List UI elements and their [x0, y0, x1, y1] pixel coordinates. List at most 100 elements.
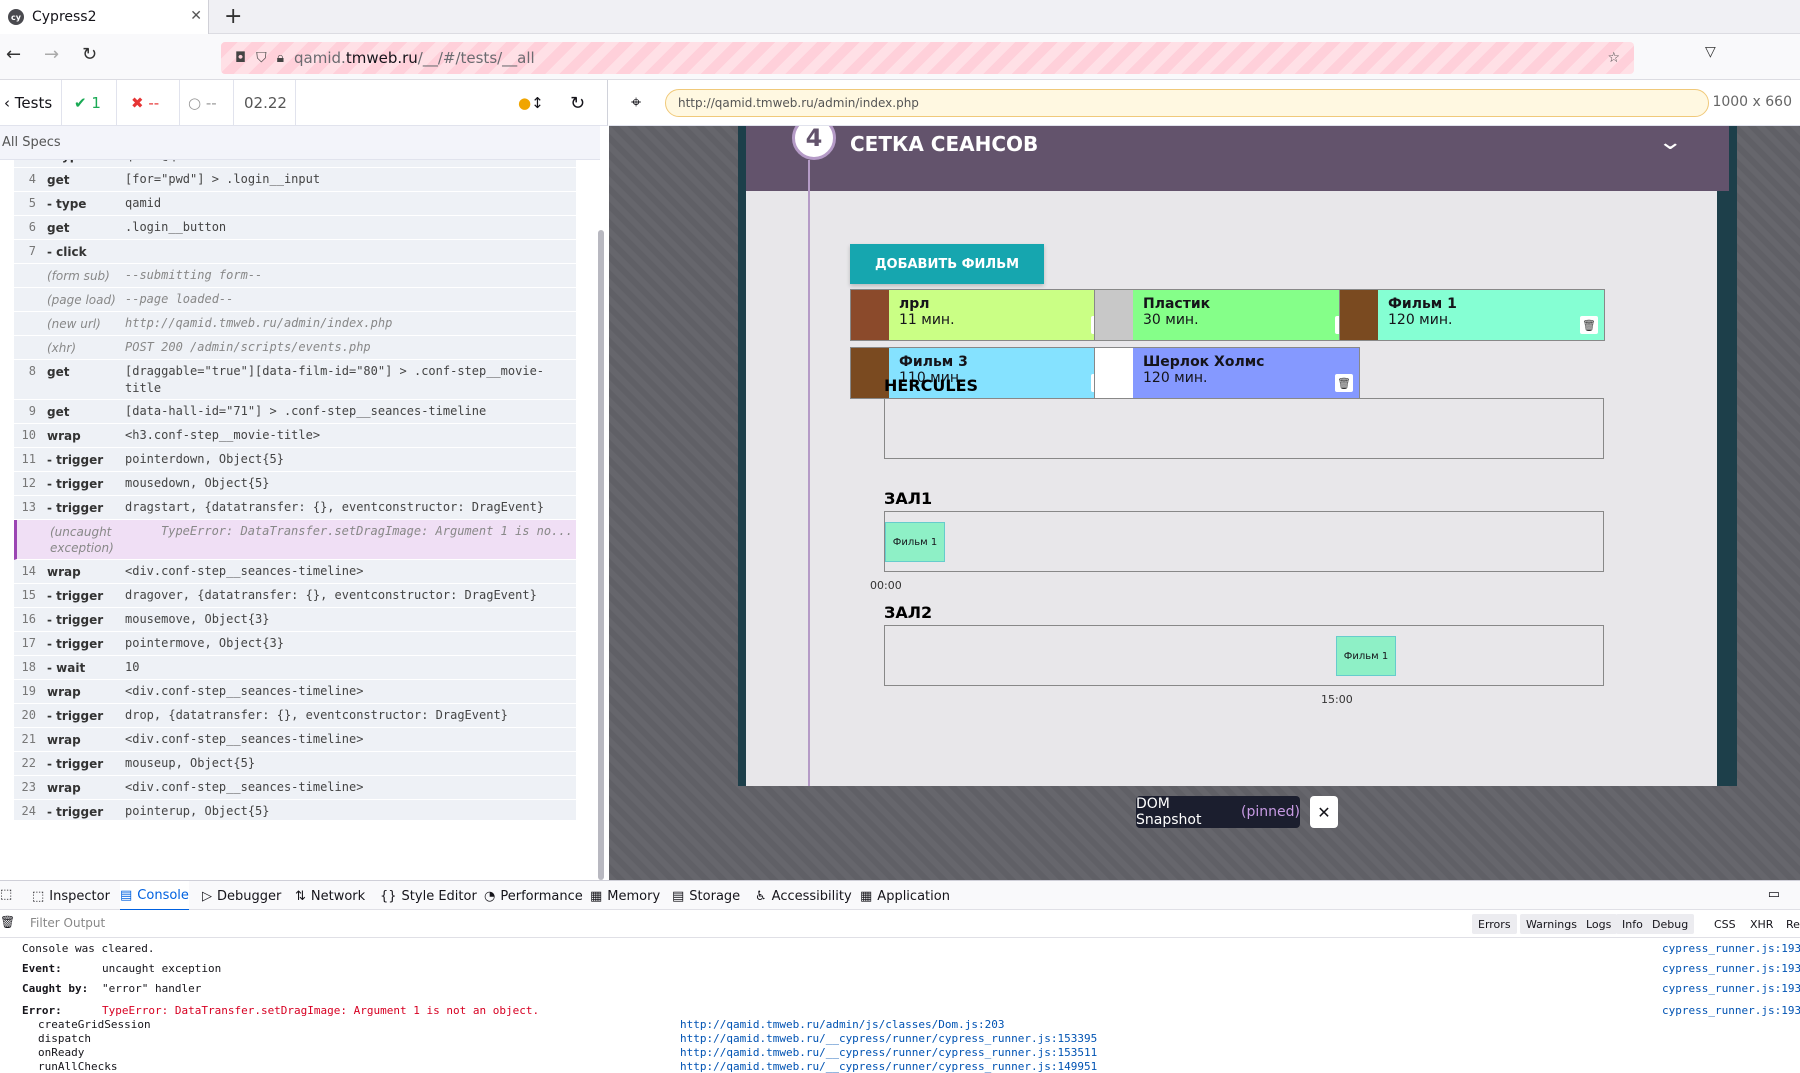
- trash-icon[interactable]: 🗑︎: [1580, 316, 1598, 334]
- responsive-icon[interactable]: ▭: [1768, 887, 1780, 902]
- command-row[interactable]: 8 get [draggable="true"][data-film-id="80"…: [14, 360, 576, 400]
- command-row[interactable]: 5 - type qamid: [14, 192, 576, 216]
- seance-block[interactable]: Фильм 1: [885, 522, 945, 562]
- command-row[interactable]: 11 - trigger pointerdown, Object{5}: [14, 448, 576, 472]
- lock-icon[interactable]: 🔒︎: [277, 50, 284, 66]
- command-row[interactable]: 15 - trigger dragover, {datatransfer: {}, …: [14, 584, 576, 608]
- selector-playground-icon[interactable]: ⌖: [631, 92, 641, 113]
- command-row[interactable]: 14 wrap <div.conf-step__seances-timeline>: [14, 560, 576, 584]
- auto-scroll-icon[interactable]: ● ↕: [518, 80, 558, 126]
- seances-timeline[interactable]: Фильм 1: [884, 511, 1604, 572]
- command-row[interactable]: 3 - typeqamid@qamid.ru: [14, 160, 576, 168]
- devtab-inspector[interactable]: ⬚ Inspector: [32, 881, 110, 911]
- command-row[interactable]: 9 get [data-hall-id="71"] > .conf-step__se…: [14, 400, 576, 424]
- devtab-application[interactable]: ▦ Application: [860, 881, 950, 911]
- pocket-icon[interactable]: ▽: [1705, 44, 1716, 60]
- movie-card[interactable]: Шерлок Холмс 120 мин. 🗑︎: [1094, 347, 1360, 399]
- seance-block[interactable]: Фильм 1: [1336, 636, 1396, 676]
- command-row[interactable]: (new url) http://qamid.tmweb.ru/admin/ind…: [14, 312, 576, 336]
- console-source-link[interactable]: cypress_runner.js:193: [1662, 942, 1800, 955]
- seances-timeline[interactable]: Фильм 1: [884, 625, 1604, 686]
- filter-css[interactable]: CSS: [1708, 914, 1742, 934]
- console-source-link[interactable]: cypress_runner.js:193: [1662, 982, 1800, 995]
- filter-req[interactable]: Req: [1780, 914, 1800, 934]
- add-movie-button[interactable]: ДОБАВИТЬ ФИЛЬМ: [850, 244, 1044, 284]
- stack-location[interactable]: http://qamid.tmweb.ru/__cypress/runner/c…: [680, 1060, 1097, 1073]
- console-source-link[interactable]: cypress_runner.js:193: [1662, 962, 1800, 975]
- stack-location[interactable]: http://qamid.tmweb.ru/admin/js/classes/D…: [680, 1018, 1005, 1031]
- filter-warnings[interactable]: Warnings: [1520, 914, 1583, 934]
- filter-xhr[interactable]: XHR: [1744, 914, 1779, 934]
- filter-input[interactable]: Filter Output: [30, 916, 105, 930]
- trash-icon[interactable]: 🗑︎: [0, 915, 15, 929]
- command-row[interactable]: (uncaught exception) TypeError: DataTrans…: [14, 520, 576, 560]
- aut-url: http://qamid.tmweb.ru/admin/index.php: [665, 89, 1709, 117]
- command-row[interactable]: 23 wrap <div.conf-step__seances-timeline>: [14, 776, 576, 800]
- devtab-label: Storage: [689, 888, 741, 904]
- console-source-link[interactable]: cypress_runner.js:193: [1662, 1004, 1800, 1017]
- stack-location[interactable]: http://qamid.tmweb.ru/__cypress/runner/c…: [680, 1032, 1097, 1045]
- seances-timeline[interactable]: [884, 398, 1604, 459]
- command-row[interactable]: (page load) --page loaded--: [14, 288, 576, 312]
- command-row[interactable]: 22 - trigger mouseup, Object{5}: [14, 752, 576, 776]
- rerun-icon[interactable]: ↻: [570, 80, 600, 126]
- command-row[interactable]: (form sub) --submitting form--: [14, 264, 576, 288]
- url-bar[interactable]: ◘ ⛉ 🔒︎ qamid.tmweb.ru/__/#/tests/__all ☆: [221, 42, 1634, 74]
- command-row[interactable]: 7 - click: [14, 240, 576, 264]
- command-row[interactable]: 19 wrap <div.conf-step__seances-timeline>: [14, 680, 576, 704]
- command-name: - type: [47, 197, 87, 211]
- devtab-debugger[interactable]: ▷ Debugger: [202, 881, 281, 911]
- tests-button[interactable]: ‹ Tests: [0, 80, 62, 126]
- command-row[interactable]: 24 - trigger pointerup, Object{5}: [14, 800, 576, 820]
- command-row[interactable]: 18 - wait 10: [14, 656, 576, 680]
- command-row[interactable]: 10 wrap <h3.conf-step__movie-title>: [14, 424, 576, 448]
- command-row[interactable]: 6 get .login__button: [14, 216, 576, 240]
- filter-info[interactable]: Info: [1616, 914, 1649, 934]
- chevron-down-icon[interactable]: ⌄: [1657, 130, 1683, 155]
- movie-card[interactable]: Пластик30 мин.🗑︎: [1094, 289, 1360, 341]
- movie-card[interactable]: Фильм 1 120 мин. 🗑︎: [1339, 289, 1605, 341]
- command-message: http://qamid.tmweb.ru/admin/index.php: [125, 316, 393, 330]
- back-icon[interactable]: ←: [6, 44, 21, 65]
- filter-logs[interactable]: Logs: [1580, 914, 1618, 934]
- devtab-label: Style Editor: [401, 888, 477, 904]
- close-tab-icon[interactable]: ✕: [190, 8, 202, 24]
- filter-errors[interactable]: Errors: [1472, 914, 1517, 934]
- forward-icon[interactable]: →: [44, 44, 59, 65]
- command-row[interactable]: 16 - trigger mousemove, Object{3}: [14, 608, 576, 632]
- command-row[interactable]: (xhr) POST 200 /admin/scripts/events.php: [14, 336, 576, 360]
- bookmark-star-icon[interactable]: ☆: [1607, 50, 1620, 66]
- devtab-label: Debugger: [217, 888, 282, 904]
- command-row[interactable]: 4 get [for="pwd"] > .login__input: [14, 168, 576, 192]
- app-frame: 4 СЕТКА СЕАНСОВ ⌄ ДОБАВИТЬ ФИЛЬМ лрл 11 м…: [738, 126, 1737, 786]
- pick-element-icon[interactable]: ⬚: [0, 887, 12, 902]
- devtab-network[interactable]: ⇅ Network: [295, 881, 365, 911]
- command-row[interactable]: 21 wrap <div.conf-step__seances-timeline>: [14, 728, 576, 752]
- command-row[interactable]: 17 - trigger pointermove, Object{3}: [14, 632, 576, 656]
- stack-location[interactable]: http://qamid.tmweb.ru/__cypress/runner/c…: [680, 1046, 1097, 1059]
- command-name: (uncaught exception): [50, 525, 114, 555]
- close-snapshot-button[interactable]: ✕: [1310, 796, 1338, 828]
- step-header[interactable]: 4 СЕТКА СЕАНСОВ ⌄: [746, 126, 1729, 191]
- command-row[interactable]: 12 - trigger mousedown, Object{5}: [14, 472, 576, 496]
- devtab-console[interactable]: ▤ Console: [120, 881, 189, 911]
- command-name: - trigger: [47, 453, 104, 467]
- reporter-scrollbar[interactable]: [598, 230, 604, 880]
- command-message: <div.conf-step__seances-timeline>: [125, 780, 364, 794]
- devtab-style-editor[interactable]: {} Style Editor: [380, 881, 477, 911]
- reload-icon[interactable]: ↻: [82, 44, 97, 65]
- devtab-memory[interactable]: ▦ Memory: [590, 881, 660, 911]
- pending-count: ○ --: [180, 80, 234, 126]
- trash-icon[interactable]: 🗑︎: [1335, 374, 1353, 392]
- command-row[interactable]: 20 - trigger drop, {datatransfer: {}, even…: [14, 704, 576, 728]
- command-row[interactable]: 13 - trigger dragstart, {datatransfer: {},…: [14, 496, 576, 520]
- new-tab-button[interactable]: +: [224, 4, 242, 29]
- filter-debug[interactable]: Debug: [1646, 914, 1695, 934]
- command-message: 10: [125, 660, 140, 674]
- browser-tab[interactable]: cy Cypress2 ✕: [0, 0, 209, 34]
- devtab-storage[interactable]: ▤ Storage: [672, 881, 740, 911]
- shield-icon[interactable]: ⛉: [256, 50, 267, 66]
- devtab-accessibility[interactable]: ♿ Accessibility: [755, 881, 852, 911]
- devtab-performance[interactable]: ◔ Performance: [484, 881, 583, 911]
- movie-card[interactable]: лрл11 мин.🗑︎: [850, 289, 1116, 341]
